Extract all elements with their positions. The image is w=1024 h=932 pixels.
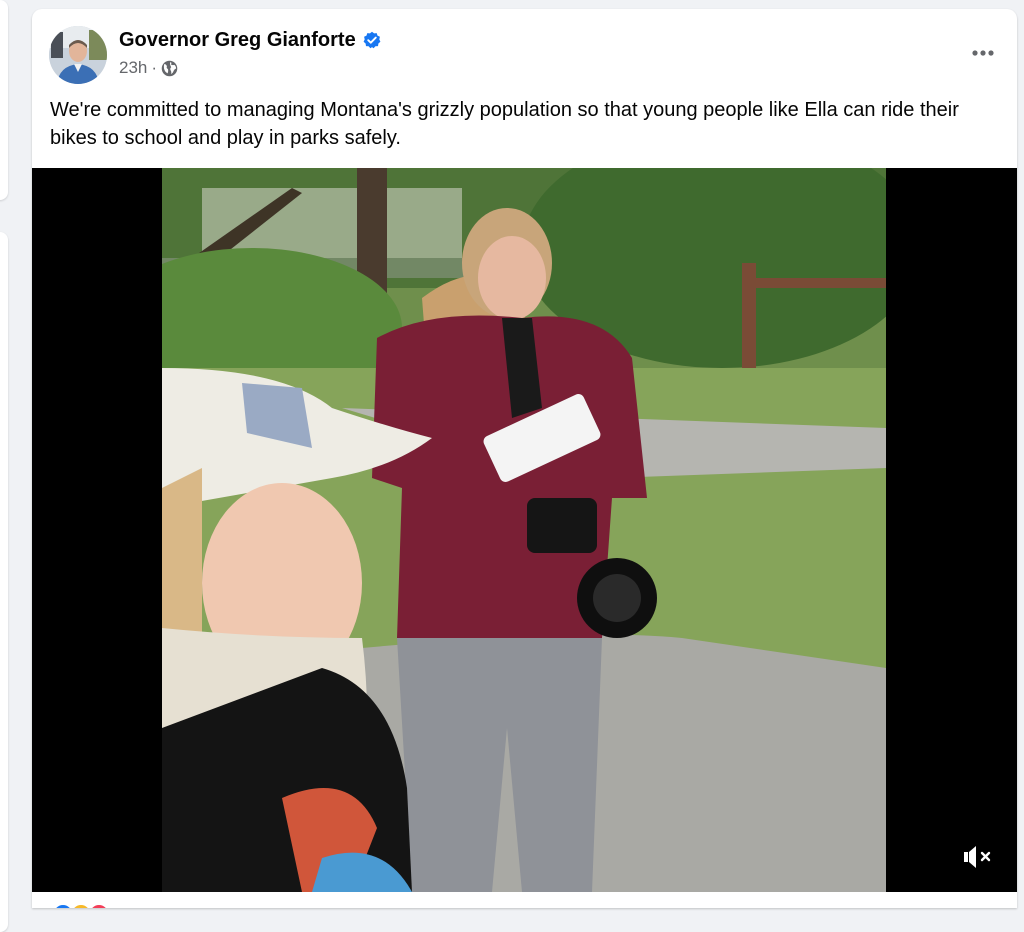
avatar-image: [49, 26, 107, 84]
post-header: Governor Greg Gianforte 23h ·: [32, 9, 1017, 89]
author-name-link[interactable]: Governor Greg Gianforte: [119, 29, 356, 52]
post-timestamp[interactable]: 23h: [119, 58, 147, 78]
adjacent-card-bottom: [0, 232, 8, 932]
post-video-container[interactable]: [32, 168, 1017, 892]
author-avatar[interactable]: [49, 26, 107, 84]
reactions-bar: [32, 892, 1017, 908]
feed-post: Governor Greg Gianforte 23h · We're comm…: [32, 9, 1017, 908]
post-meta: 23h ·: [119, 58, 178, 78]
meta-separator: ·: [151, 58, 158, 77]
speaker-muted-icon: [964, 846, 991, 868]
more-options-icon: [972, 50, 994, 56]
author-line: Governor Greg Gianforte: [119, 28, 381, 52]
love-reaction-icon[interactable]: [88, 903, 110, 908]
post-body-text: We're committed to managing Montana's gr…: [50, 99, 959, 149]
verified-badge-icon: [363, 31, 381, 49]
more-options-button[interactable]: [965, 35, 1001, 71]
mute-toggle-button[interactable]: [961, 840, 995, 874]
video-frame[interactable]: [162, 168, 886, 892]
globe-icon[interactable]: [161, 60, 178, 77]
adjacent-card-top: [0, 0, 8, 200]
